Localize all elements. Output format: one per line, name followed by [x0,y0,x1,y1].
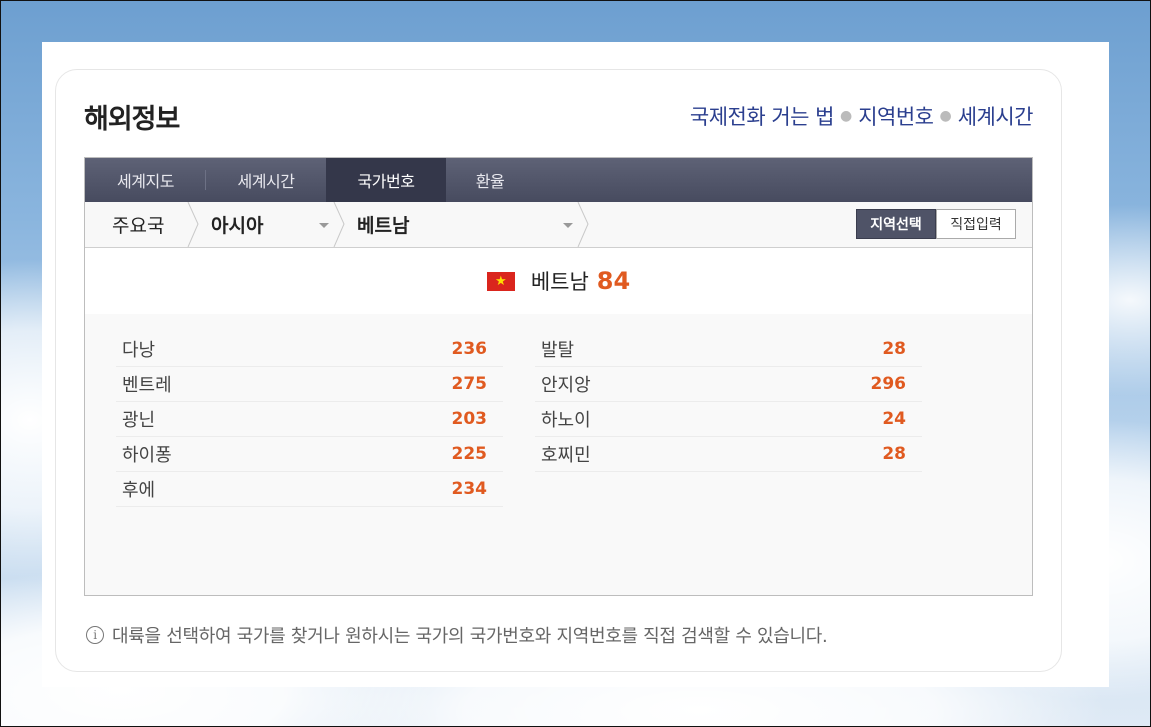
region-code: 236 [451,339,488,359]
tab-world-map[interactable]: 세계지도 [85,158,206,202]
area-code-link[interactable]: 지역번호 [858,101,934,131]
region-name: 하이퐁 [122,445,172,466]
region-code: 28 [882,444,906,464]
region-name: 호찌민 [541,445,591,466]
chevron-down-icon[interactable] [563,223,573,228]
region-code: 24 [882,409,906,429]
direct-input-button[interactable]: 직접입력 [936,209,1016,239]
continent-select[interactable]: 아시아 [211,202,263,247]
region-name: 광닌 [122,410,156,431]
mode-toggle: 지역선택 직접입력 [856,209,1016,239]
country-code-box: 세계지도 세계시간 국가번호 환율 주요국 아시아 베트남 지역선택 직접입력 … [84,157,1033,596]
tab-bar: 세계지도 세계시간 국가번호 환율 [85,158,1032,202]
region-column-left: 다낭 236 벤트레 275 광닌 203 하이퐁 225 후에 234 [116,332,503,507]
region-code: 203 [451,409,488,429]
vietnam-flag-icon: ★ [486,271,515,291]
list-item: 광닌 203 [116,402,503,437]
separator-dot: ● [939,108,952,124]
list-item: 후에 234 [116,472,503,507]
chevron-right-icon [577,202,589,247]
list-item: 하이퐁 225 [116,437,503,472]
country-select[interactable]: 베트남 [357,202,409,247]
top-links: 국제전화 거는 법 ● 지역번호 ● 세계시간 [690,101,1034,131]
help-note-text: 대륙을 선택하여 국가를 찾거나 원하시는 국가의 국가번호와 지역번호를 직접… [112,626,828,647]
tab-exchange-rate[interactable]: 환율 [446,158,534,202]
page-title: 해외정보 [84,104,180,135]
country-name: 베트남 [530,270,589,294]
region-code: 28 [882,339,906,359]
region-name: 하노이 [541,410,591,431]
intl-call-guide-link[interactable]: 국제전화 거는 법 [690,101,835,131]
region-name: 후에 [122,480,156,501]
chevron-right-icon [333,202,345,247]
region-name: 발탈 [541,340,575,361]
breadcrumb: 주요국 아시아 베트남 지역선택 직접입력 [85,202,1032,248]
chevron-right-icon [187,202,199,247]
list-item: 벤트레 275 [116,367,503,402]
separator-dot: ● [840,108,853,124]
region-name: 다낭 [122,340,156,361]
region-code-list: 다낭 236 벤트레 275 광닌 203 하이퐁 225 후에 234 발탈 28 안지앙… [85,314,1032,595]
list-item: 발탈 28 [535,332,922,367]
tab-world-time[interactable]: 세계시간 [206,158,326,202]
country-code: 84 [596,267,631,295]
info-icon: i [86,626,104,644]
region-name: 벤트레 [122,375,172,396]
region-code: 225 [451,444,488,464]
selected-country: ★ 베트남 84 [85,248,1032,315]
list-item: 안지앙 296 [535,367,922,402]
list-item: 하노이 24 [535,402,922,437]
world-time-link[interactable]: 세계시간 [958,101,1034,131]
region-column-right: 발탈 28 안지앙 296 하노이 24 호찌민 28 [535,332,922,472]
region-name: 안지앙 [541,375,591,396]
tab-country-code[interactable]: 국가번호 [326,158,446,202]
list-item: 다낭 236 [116,332,503,367]
help-note: i 대륙을 선택하여 국가를 찾거나 원하시는 국가의 국가번호와 지역번호를 … [86,622,828,648]
chevron-down-icon[interactable] [319,223,329,228]
region-select-button[interactable]: 지역선택 [856,209,936,239]
region-code: 234 [451,479,488,499]
region-code: 275 [451,374,488,394]
breadcrumb-major-countries[interactable]: 주요국 [112,202,164,247]
list-item: 호찌민 28 [535,437,922,472]
region-code: 296 [870,374,907,394]
